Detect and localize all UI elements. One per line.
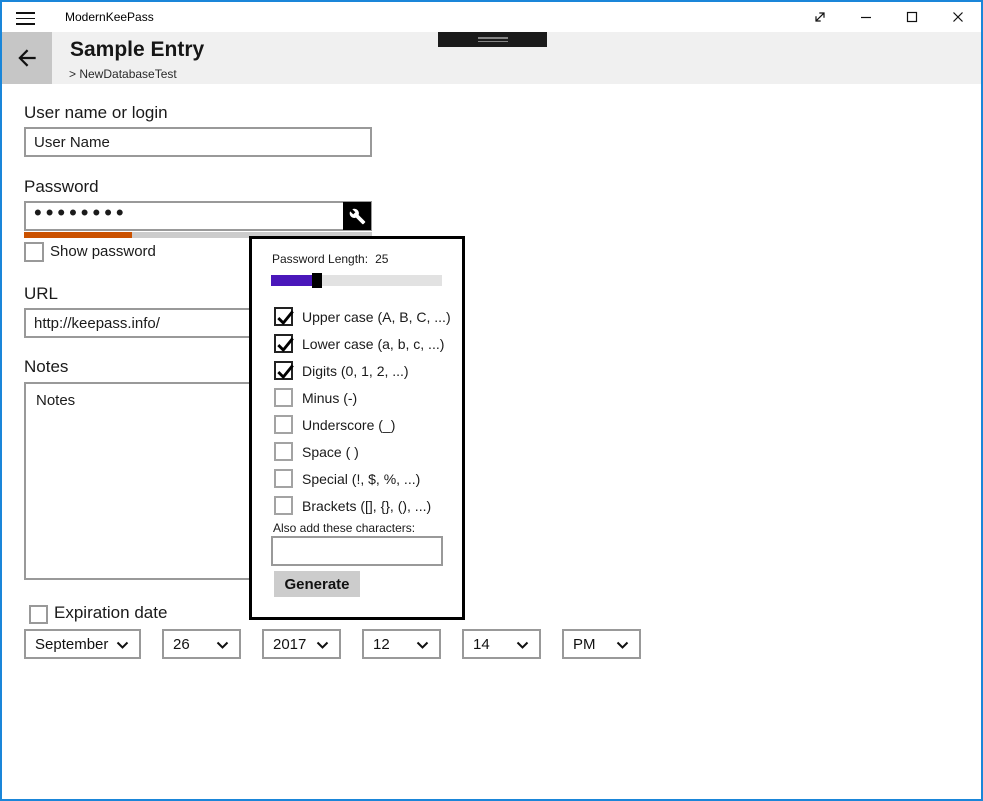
expiration-label: Expiration date xyxy=(54,603,167,623)
fullscreen-button[interactable] xyxy=(797,2,843,32)
generate-label: Generate xyxy=(284,576,349,593)
diagonal-resize-icon xyxy=(813,10,827,24)
password-strength-fill xyxy=(24,232,132,238)
chevron-down-icon xyxy=(316,641,329,650)
password-length-value: 25 xyxy=(375,252,388,266)
minimize-button[interactable] xyxy=(843,2,889,32)
commandbar-more-button[interactable] xyxy=(438,32,547,47)
slider-fill xyxy=(271,275,312,286)
show-password-label: Show password xyxy=(50,243,156,260)
minimize-icon xyxy=(860,11,872,23)
checkbox[interactable] xyxy=(274,361,293,380)
also-add-input[interactable] xyxy=(271,536,443,566)
password-label: Password xyxy=(24,177,99,197)
chevron-down-icon xyxy=(516,641,529,650)
year-value: 2017 xyxy=(273,636,306,653)
password-length-label: Password Length: xyxy=(272,252,368,266)
chevron-down-icon xyxy=(216,641,229,650)
chevron-down-icon xyxy=(116,641,129,650)
checkmark-icon xyxy=(275,361,296,382)
checkbox[interactable] xyxy=(274,496,293,515)
also-add-label: Also add these characters: xyxy=(273,521,415,535)
month-value: September xyxy=(35,636,108,653)
option-special[interactable]: Special (!, $, %, ...) xyxy=(274,465,451,492)
close-button[interactable] xyxy=(935,2,981,32)
url-value: http://keepass.info/ xyxy=(34,315,160,332)
grabber-lines-icon xyxy=(478,37,508,39)
year-dropdown[interactable]: 2017 xyxy=(262,629,341,659)
password-input[interactable]: •••••••• xyxy=(24,201,372,231)
month-dropdown[interactable]: September xyxy=(24,629,141,659)
option-underscore[interactable]: Underscore (_) xyxy=(274,411,451,438)
url-label: URL xyxy=(24,284,58,304)
option-label: Brackets ([], {}, (), ...) xyxy=(302,498,431,514)
day-value: 26 xyxy=(173,636,190,653)
option-label: Special (!, $, %, ...) xyxy=(302,471,420,487)
username-input[interactable]: User Name xyxy=(24,127,372,157)
password-length-row: Password Length: 25 xyxy=(272,252,388,266)
maximize-icon xyxy=(906,11,918,23)
minute-dropdown[interactable]: 14 xyxy=(462,629,541,659)
password-masked-value: •••••••• xyxy=(34,208,128,218)
back-button[interactable] xyxy=(2,32,52,84)
notes-label: Notes xyxy=(24,357,68,377)
page-title: Sample Entry xyxy=(70,38,204,62)
maximize-button[interactable] xyxy=(889,2,935,32)
password-generator-popup: Password Length: 25 Upper case (A, B, C,… xyxy=(249,236,465,620)
option-digits[interactable]: Digits (0, 1, 2, ...) xyxy=(274,357,451,384)
option-label: Upper case (A, B, C, ...) xyxy=(302,309,451,325)
minute-value: 14 xyxy=(473,636,490,653)
app-window: ModernKeePass xyxy=(0,0,983,801)
hamburger-menu-button[interactable] xyxy=(16,12,35,25)
checkbox[interactable] xyxy=(274,469,293,488)
checkbox[interactable] xyxy=(274,334,293,353)
option-minus[interactable]: Minus (-) xyxy=(274,384,451,411)
option-label: Digits (0, 1, 2, ...) xyxy=(302,363,409,379)
hour-dropdown[interactable]: 12 xyxy=(362,629,441,659)
hour-value: 12 xyxy=(373,636,390,653)
app-title: ModernKeePass xyxy=(65,10,154,24)
username-label: User name or login xyxy=(24,103,168,123)
show-password-checkbox[interactable] xyxy=(24,242,44,262)
option-label: Space ( ) xyxy=(302,444,359,460)
option-brackets[interactable]: Brackets ([], {}, (), ...) xyxy=(274,492,451,519)
option-lower-case[interactable]: Lower case (a, b, c, ...) xyxy=(274,330,451,357)
charset-options: Upper case (A, B, C, ...) Lower case (a,… xyxy=(274,303,451,519)
ampm-dropdown[interactable]: PM xyxy=(562,629,641,659)
notes-value: Notes xyxy=(36,392,75,409)
option-space[interactable]: Space ( ) xyxy=(274,438,451,465)
title-bar: ModernKeePass xyxy=(2,2,981,32)
checkmark-icon xyxy=(275,334,296,355)
generate-button[interactable]: Generate xyxy=(274,571,360,597)
hamburger-icon xyxy=(16,12,35,14)
expiration-checkbox[interactable] xyxy=(29,605,48,624)
checkbox[interactable] xyxy=(274,442,293,461)
option-label: Underscore (_) xyxy=(302,417,395,433)
chevron-down-icon xyxy=(416,641,429,650)
option-label: Minus (-) xyxy=(302,390,357,406)
window-controls xyxy=(797,2,981,32)
checkbox[interactable] xyxy=(274,388,293,407)
username-value: User Name xyxy=(34,134,110,151)
chevron-down-icon xyxy=(616,641,629,650)
checkbox[interactable] xyxy=(274,307,293,326)
option-label: Lower case (a, b, c, ...) xyxy=(302,336,444,352)
password-length-slider[interactable] xyxy=(271,275,442,286)
back-arrow-icon xyxy=(14,45,40,71)
breadcrumb: > NewDatabaseTest xyxy=(69,67,177,81)
checkbox[interactable] xyxy=(274,415,293,434)
close-icon xyxy=(952,11,964,23)
wrench-icon xyxy=(349,208,366,225)
option-upper-case[interactable]: Upper case (A, B, C, ...) xyxy=(274,303,451,330)
checkmark-icon xyxy=(275,307,296,328)
day-dropdown[interactable]: 26 xyxy=(162,629,241,659)
ampm-value: PM xyxy=(573,636,596,653)
slider-thumb[interactable] xyxy=(312,273,322,288)
password-generator-button[interactable] xyxy=(343,202,371,230)
